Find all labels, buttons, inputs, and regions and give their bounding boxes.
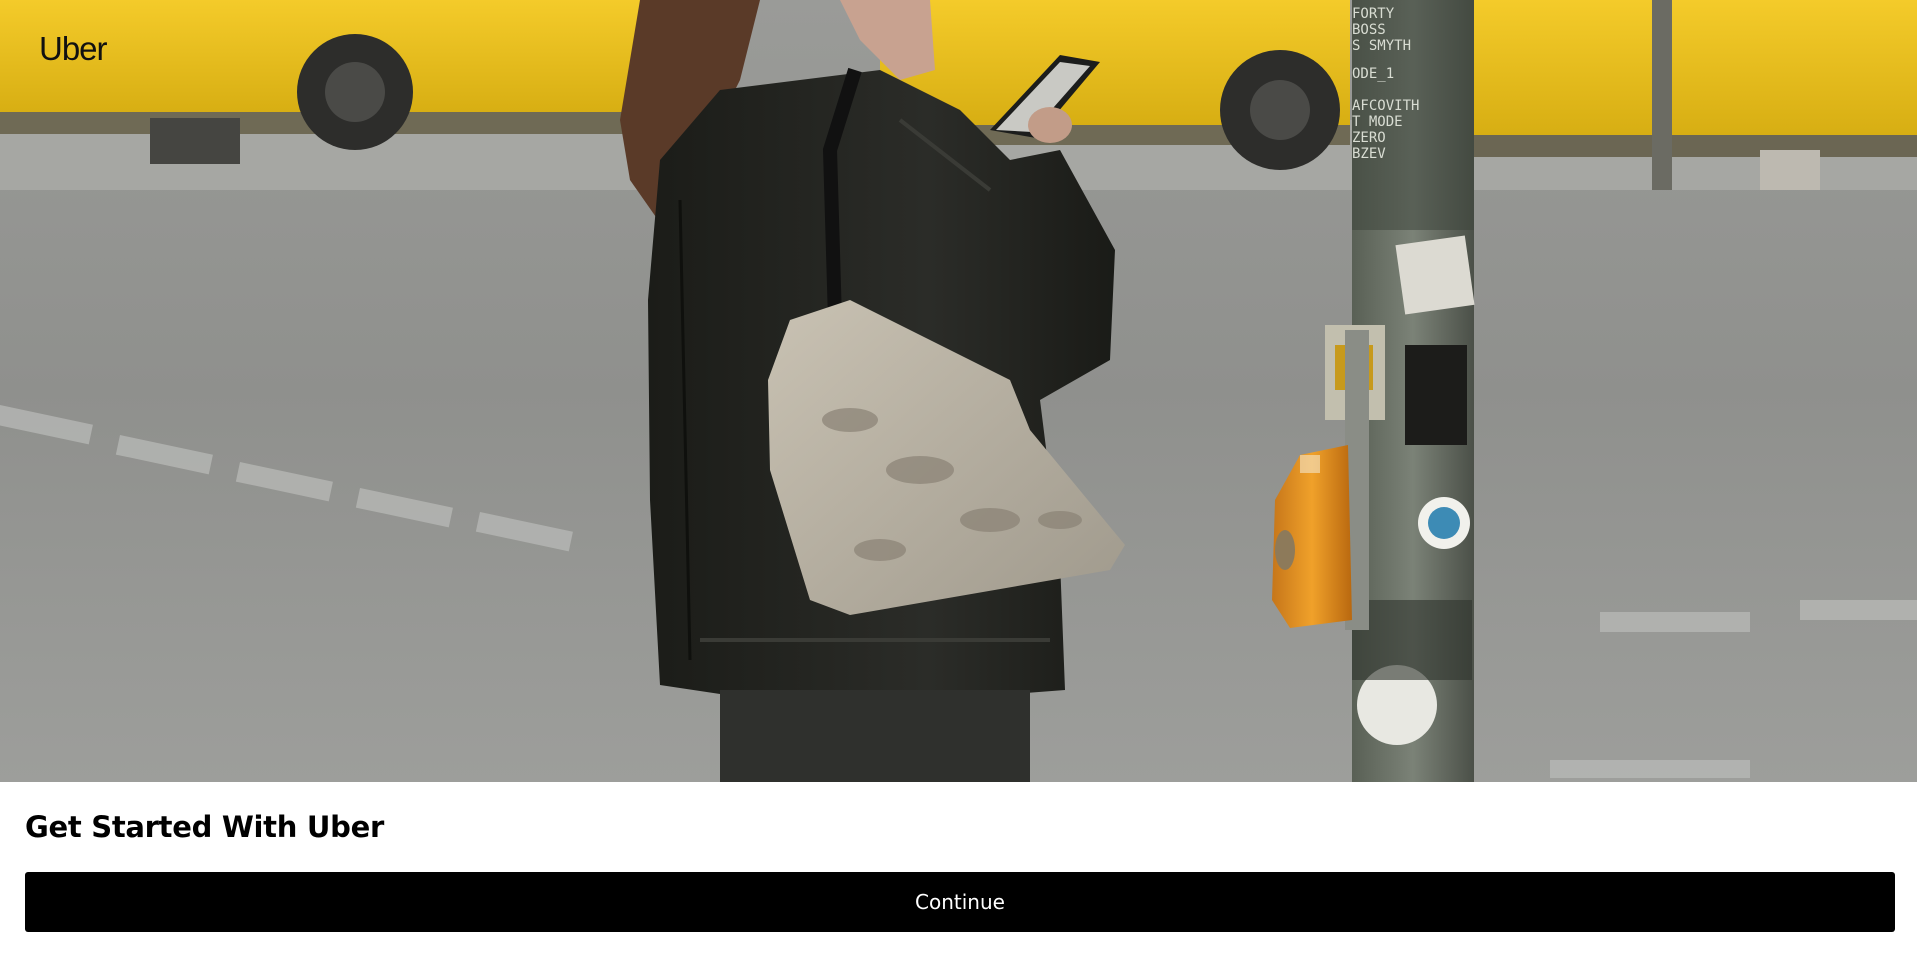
street-scene: FORTY BOSS S SMYTH ODE_1 AFCOVITH T MODE… bbox=[0, 0, 1917, 782]
svg-text:FORTY: FORTY bbox=[1352, 6, 1395, 22]
continue-button[interactable]: Continue bbox=[25, 872, 1895, 932]
page-title: Get Started With Uber bbox=[25, 810, 384, 844]
svg-text:BZEV: BZEV bbox=[1352, 146, 1386, 162]
svg-text:ZERO: ZERO bbox=[1352, 130, 1386, 146]
hero-image: FORTY BOSS S SMYTH ODE_1 AFCOVITH T MODE… bbox=[0, 0, 1917, 782]
svg-text:AFCOVITH: AFCOVITH bbox=[1352, 98, 1419, 114]
get-started-panel: Get Started With Uber Continue bbox=[0, 782, 1917, 963]
svg-text:BOSS: BOSS bbox=[1352, 22, 1386, 38]
svg-text:S SMYTH: S SMYTH bbox=[1352, 38, 1411, 54]
svg-text:ODE_1: ODE_1 bbox=[1352, 66, 1394, 82]
uber-logo[interactable]: Uber bbox=[39, 30, 108, 68]
svg-text:T MODE: T MODE bbox=[1352, 114, 1403, 130]
